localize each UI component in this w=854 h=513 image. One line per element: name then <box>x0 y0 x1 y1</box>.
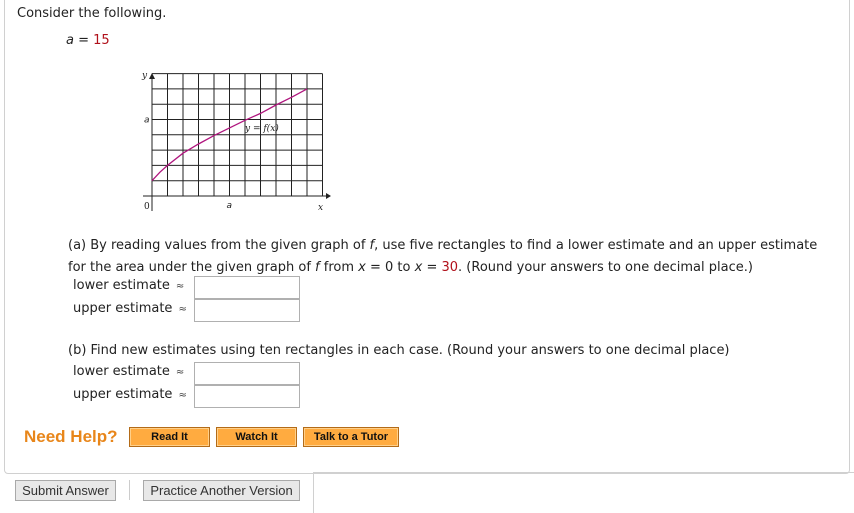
part-a-question: (a) By reading values from the given gra… <box>68 235 838 278</box>
part-a-upper-limit: 30 <box>441 259 459 275</box>
part-a-upper-label: upper estimate <box>73 301 173 316</box>
part-a-lower-input[interactable] <box>194 276 300 299</box>
given-number: 15 <box>93 33 110 48</box>
origin-label: 0 <box>144 202 150 212</box>
part-b-lower-input[interactable] <box>194 362 300 385</box>
part-b-upper-input[interactable] <box>194 385 300 408</box>
x-axis-arrow <box>326 193 331 199</box>
need-help-label: Need Help? <box>24 427 118 446</box>
part-a-lower-label: lower estimate <box>73 278 170 293</box>
part-b-question: (b) Find new estimates using ten rectang… <box>68 343 730 358</box>
part-a-text: . (Round your answers to one decimal pla… <box>458 259 753 275</box>
given-value: a = 15 <box>66 33 110 48</box>
part-b-upper-row: upper estimate ≈ <box>73 387 187 402</box>
lower-frame <box>313 472 854 513</box>
talk-to-tutor-button[interactable]: Talk to a Tutor <box>303 427 399 447</box>
approx-symbol: ≈ <box>175 367 185 378</box>
read-it-button[interactable]: Read It <box>129 427 210 447</box>
given-eq: = <box>73 33 94 48</box>
graph-grid <box>151 73 323 197</box>
practice-another-version-button[interactable]: Practice Another Version <box>143 480 300 501</box>
watch-it-button[interactable]: Watch It <box>216 427 297 447</box>
part-a-text: , use five rectangles to find a lower es… <box>374 238 818 253</box>
submit-answer-button[interactable]: Submit Answer <box>15 480 116 501</box>
y-tick-a-label: a <box>144 116 150 126</box>
approx-symbol: ≈ <box>178 304 187 315</box>
part-a-x: x <box>358 259 366 275</box>
approx-symbol: ≈ <box>178 390 187 401</box>
function-graph: y x 0 a a y = f(x) <box>141 71 331 213</box>
y-axis-label: y <box>141 71 148 81</box>
part-b-lower-label: lower estimate <box>73 364 170 379</box>
part-a-upper-input[interactable] <box>194 299 300 322</box>
x-tick-a-label: a <box>227 201 233 211</box>
approx-symbol: ≈ <box>175 281 185 292</box>
part-a-text: for the area under the given graph of <box>68 259 316 275</box>
part-a-text: = 0 to <box>365 259 415 275</box>
given-var: a <box>66 33 74 48</box>
part-a-text: from <box>319 259 359 275</box>
button-separator <box>129 480 130 500</box>
part-a-text: = <box>422 259 442 275</box>
part-a-upper-row: upper estimate ≈ <box>73 301 187 316</box>
question-intro: Consider the following. <box>17 6 167 21</box>
part-a-text: (a) By reading values from the given gra… <box>68 238 370 253</box>
part-a-lower-row: lower estimate ≈ <box>73 278 184 293</box>
part-b-lower-row: lower estimate ≈ <box>73 364 184 379</box>
curve-label: y = f(x) <box>244 123 279 134</box>
part-b-upper-label: upper estimate <box>73 387 173 402</box>
x-axis-label: x <box>318 203 323 213</box>
